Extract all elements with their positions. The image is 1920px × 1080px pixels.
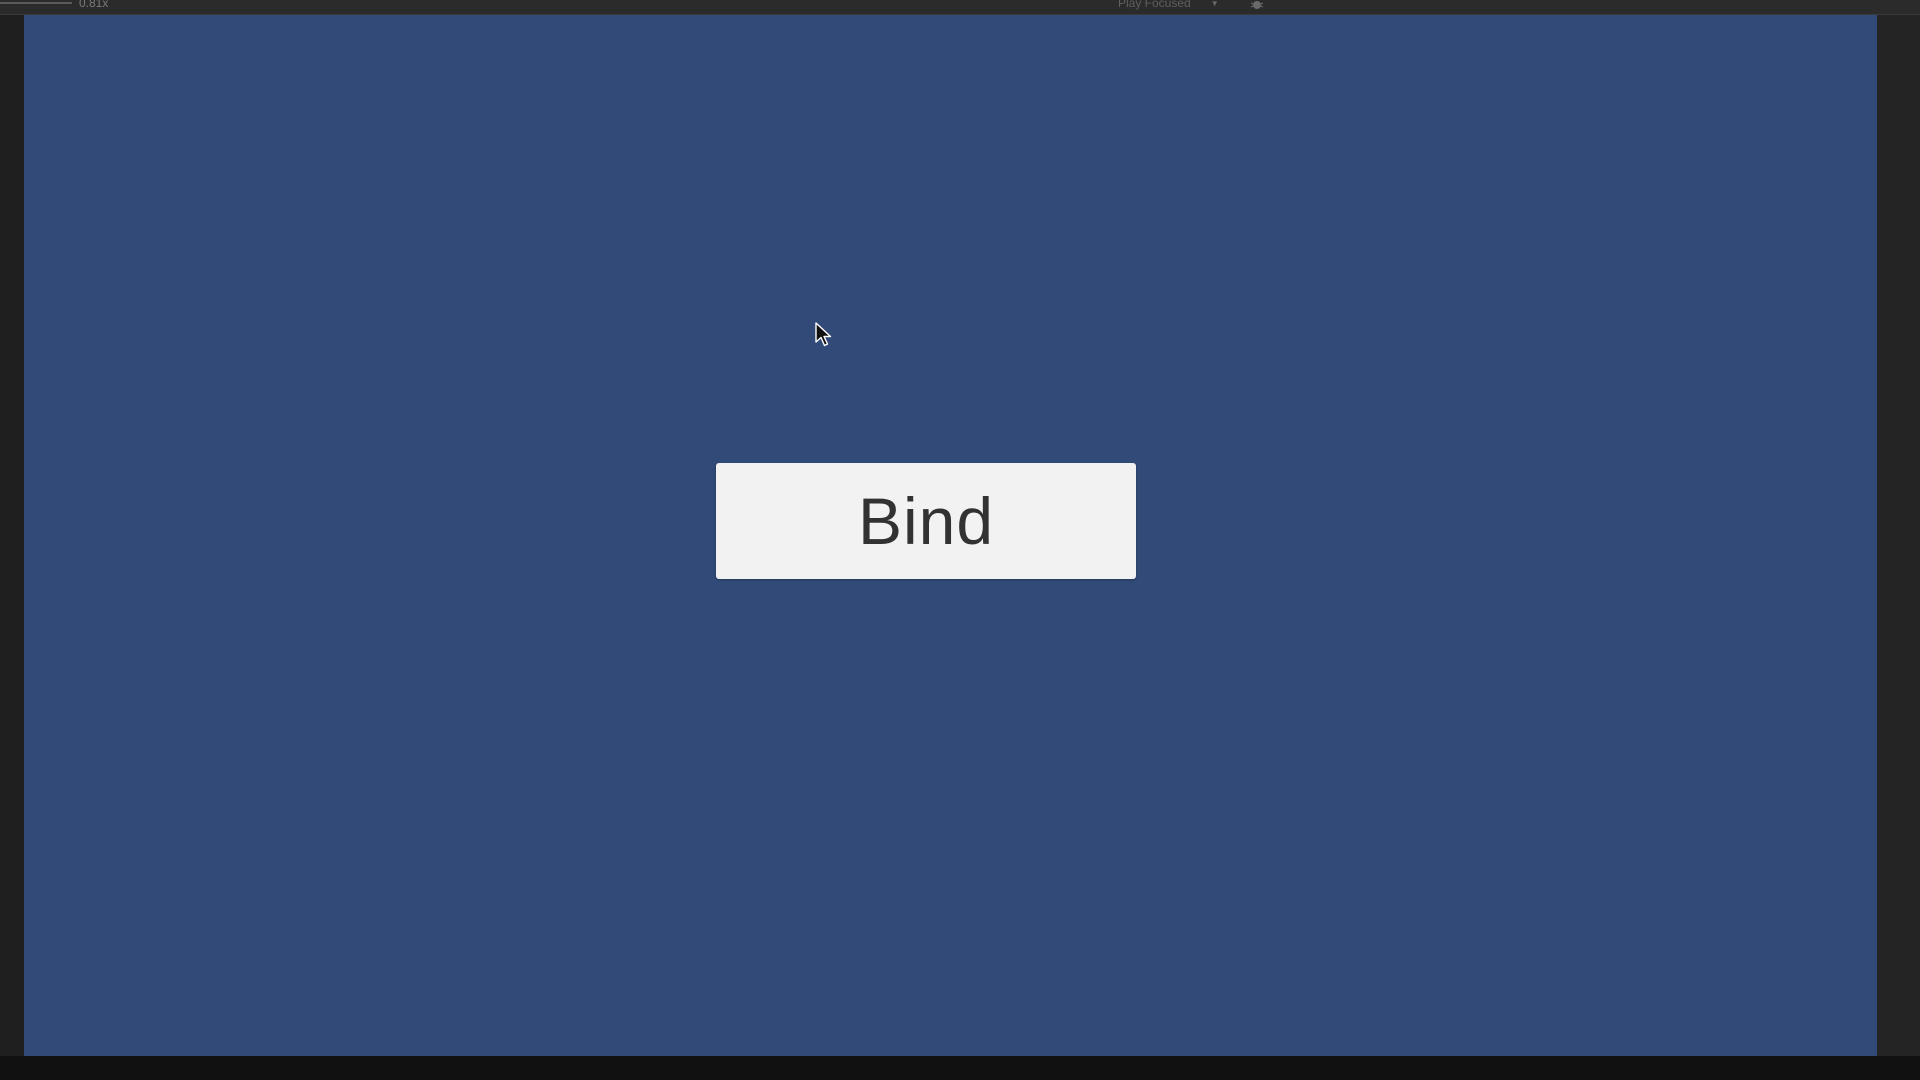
bind-button-label: Bind xyxy=(857,484,995,558)
scale-label: 0.81x xyxy=(79,0,109,10)
mouse-pointer-icon xyxy=(815,322,832,347)
bind-button[interactable]: Bind xyxy=(716,463,1136,579)
chevron-down-icon: ▼ xyxy=(1210,0,1219,8)
bottom-status-bar xyxy=(0,1056,1920,1080)
right-panel-edge xyxy=(1877,15,1920,1056)
scale-slider[interactable] xyxy=(0,2,72,4)
unity-editor-window: 0.81x Play Focused ▼ Bind xyxy=(0,0,1920,1080)
play-mode-dropdown[interactable]: Play Focused ▼ xyxy=(1118,0,1219,10)
game-view-toolbar: 0.81x Play Focused ▼ xyxy=(0,0,1920,15)
bug-icon[interactable] xyxy=(1250,0,1264,10)
left-panel-edge xyxy=(0,15,24,1056)
play-mode-label: Play Focused xyxy=(1118,0,1191,10)
